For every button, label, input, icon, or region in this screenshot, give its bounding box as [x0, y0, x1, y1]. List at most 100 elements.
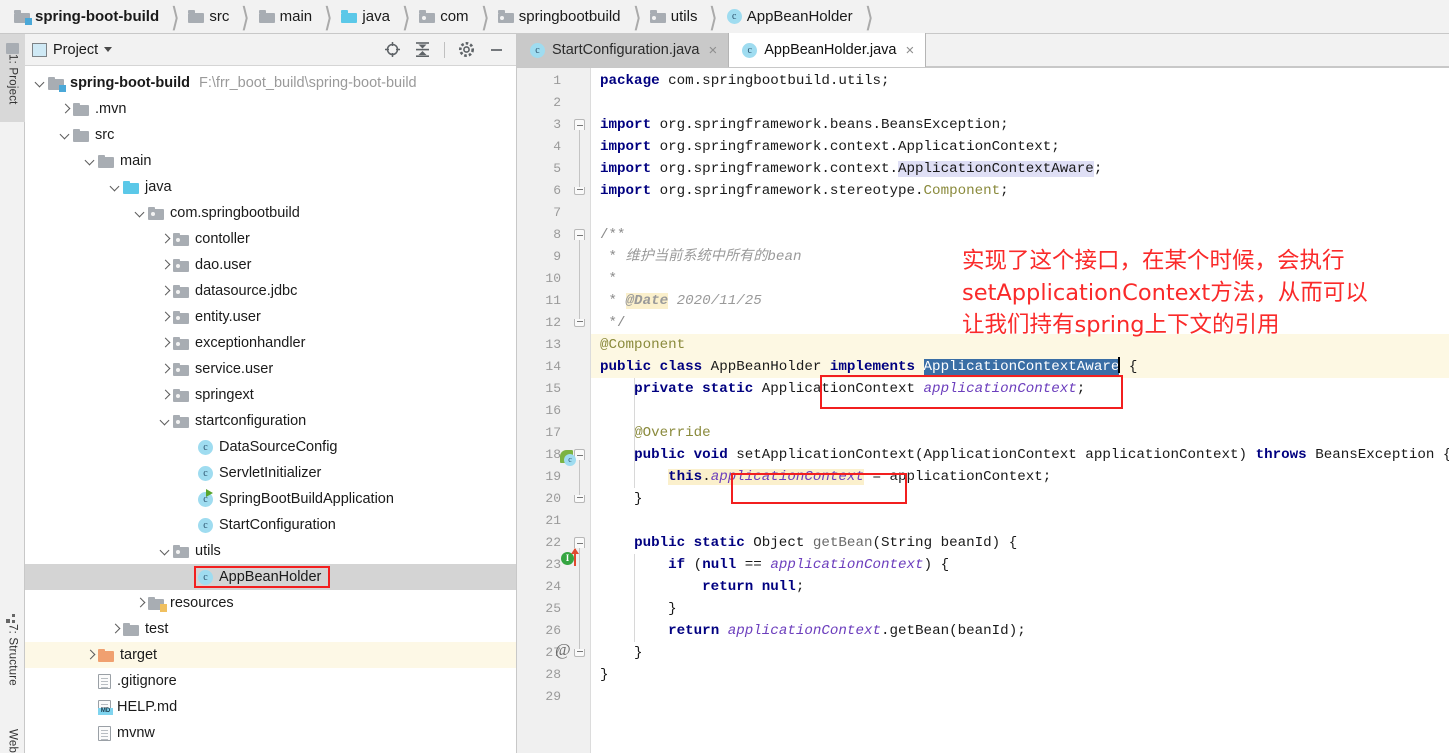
chevron-down-icon[interactable] [158, 414, 173, 429]
folder-source-root-icon [123, 180, 139, 194]
tree-node-springbootbuildapplication[interactable]: c SpringBootBuildApplication [25, 486, 516, 512]
breadcrumb-item-spring-boot-build[interactable]: spring-boot-build ❯ [14, 0, 188, 34]
chevron-down-icon[interactable] [83, 154, 98, 169]
tree-node-entity-user[interactable]: entity.user [25, 304, 516, 330]
tree-node-appbeanholder[interactable]: c AppBeanHolder [25, 564, 516, 590]
tree-node-mvnw[interactable]: mvnw [25, 720, 516, 746]
chevron-right-icon[interactable] [158, 336, 173, 351]
fold-marker[interactable] [574, 537, 585, 548]
code-line: if (null == applicationContext) { [668, 557, 950, 573]
fold-marker[interactable] [574, 319, 585, 327]
project-view-selector[interactable]: Project [32, 42, 113, 58]
tree-node-startconfiguration[interactable]: startconfiguration [25, 408, 516, 434]
tree-node-label: springext [195, 387, 254, 403]
stripe-label-structure: 7: Structure [6, 624, 19, 686]
tree-node-java[interactable]: java [25, 174, 516, 200]
tree-node-label: datasource.jdbc [195, 283, 298, 299]
tree-node-dao-user[interactable]: dao.user [25, 252, 516, 278]
usage-marker-icon[interactable]: @ [555, 640, 571, 660]
chevron-down-icon[interactable] [158, 544, 173, 559]
chevron-right-icon[interactable] [158, 362, 173, 377]
tree-node-main[interactable]: main [25, 148, 516, 174]
spring-bean-icon[interactable]: c [560, 450, 577, 467]
minimize-icon[interactable] [488, 41, 505, 58]
tree-node-utils[interactable]: utils [25, 538, 516, 564]
fold-marker[interactable] [574, 495, 585, 503]
chevron-right-icon[interactable] [158, 284, 173, 299]
collapse-all-icon[interactable] [414, 41, 431, 58]
breadcrumb-item-com[interactable]: com ❯ [419, 0, 498, 34]
chevron-right-icon[interactable] [158, 232, 173, 247]
editor-gutter[interactable]: 1 2 3 4 5 6 7 8 9 10 11 12 13 14 15 16 17 18 19 20 21 22 23 24 2… [517, 68, 591, 753]
chevron-down-icon[interactable] [33, 76, 48, 91]
fold-marker[interactable] [574, 119, 585, 130]
breadcrumb-item-appbeanholder[interactable]: c AppBeanHolder ❯ [726, 0, 882, 34]
breadcrumb-item-java[interactable]: java ❯ [341, 0, 419, 34]
chevron-right-icon[interactable] [108, 622, 123, 637]
implementing-method-icon[interactable]: I [561, 548, 583, 566]
editor-tab-appbeanholder-java[interactable]: c AppBeanHolder.java × [729, 33, 927, 67]
tree-no-toggle [83, 726, 98, 741]
chevron-right-icon[interactable] [158, 310, 173, 325]
close-icon[interactable]: × [905, 43, 914, 58]
code-line: /** [600, 227, 626, 243]
chevron-down-icon[interactable] [58, 128, 73, 143]
tree-node-label: StartConfiguration [219, 517, 336, 533]
editor-tab-startconfiguration-java[interactable]: c StartConfiguration.java × [517, 33, 730, 67]
chevron-down-icon[interactable] [104, 47, 113, 52]
breadcrumb-item-main[interactable]: main ❯ [258, 0, 342, 34]
tree-node-com-springbootbuild[interactable]: com.springbootbuild [25, 200, 516, 226]
fold-marker[interactable] [574, 229, 585, 240]
tree-node-datasourceconfig[interactable]: c DataSourceConfig [25, 434, 516, 460]
tree-node-resources[interactable]: resources [25, 590, 516, 616]
fold-region-line [579, 460, 580, 496]
stripe-button-web[interactable]: Web [0, 724, 25, 753]
tree-node-servletinitializer[interactable]: c ServletInitializer [25, 460, 516, 486]
tree-node-src[interactable]: src [25, 122, 516, 148]
tree-node-datasource-jdbc[interactable]: datasource.jdbc [25, 278, 516, 304]
stripe-button-structure[interactable]: 7: Structure [0, 604, 25, 699]
tree-node-help-md[interactable]: MD HELP.md [25, 694, 516, 720]
tree-node-target[interactable]: target [25, 642, 516, 668]
chevron-right-icon[interactable] [158, 388, 173, 403]
chevron-right-icon[interactable] [133, 596, 148, 611]
tree-node-test[interactable]: test [25, 616, 516, 642]
chevron-down-icon[interactable] [108, 180, 123, 195]
close-icon[interactable]: × [709, 43, 718, 58]
editor-viewport[interactable]: 1 2 3 4 5 6 7 8 9 10 11 12 13 14 15 16 17 18 19 20 21 22 23 24 2… [517, 68, 1449, 753]
breadcrumb-label: utils [670, 8, 698, 25]
editor-code[interactable]: package com.springbootbuild.utils; import… [591, 68, 1449, 753]
gear-icon[interactable] [458, 41, 475, 58]
folder-package-icon [173, 284, 189, 298]
tree-node-content: c SpringBootBuildApplication [198, 488, 394, 507]
breadcrumb-label: main [279, 8, 313, 25]
tree-node-content: .mvn [73, 101, 126, 117]
fold-marker[interactable] [574, 187, 585, 195]
breadcrumb-item-utils[interactable]: utils ❯ [649, 0, 727, 34]
chevron-right-icon[interactable] [83, 648, 98, 663]
code-line: private static ApplicationContext applic… [634, 381, 1086, 397]
tree-node-contoller[interactable]: contoller [25, 226, 516, 252]
locate-icon[interactable] [384, 41, 401, 58]
tree-node--gitignore[interactable]: .gitignore [25, 668, 516, 694]
chevron-right-icon[interactable] [58, 102, 73, 117]
tree-node--mvn[interactable]: .mvn [25, 96, 516, 122]
tree-node-spring-boot-build[interactable]: spring-boot-build F:\frr_boot_build\sprin… [25, 70, 516, 96]
code-line: import org.springframework.beans.BeansEx… [600, 117, 1009, 133]
tree-node-exceptionhandler[interactable]: exceptionhandler [25, 330, 516, 356]
breadcrumb-item-src[interactable]: src ❯ [188, 0, 258, 34]
fold-marker[interactable] [574, 649, 585, 657]
tree-node-springext[interactable]: springext [25, 382, 516, 408]
tree-node-service-user[interactable]: service.user [25, 356, 516, 382]
breadcrumb-item-springbootbuild[interactable]: springbootbuild ❯ [497, 0, 650, 34]
chevron-down-icon[interactable] [133, 206, 148, 221]
chevron-right-icon[interactable] [158, 258, 173, 273]
tree-no-toggle [183, 492, 198, 507]
tree-node-label: .gitignore [117, 673, 177, 689]
tree-node-label: startconfiguration [195, 413, 307, 429]
tree-node-startconfiguration[interactable]: c StartConfiguration [25, 512, 516, 538]
stripe-button-project[interactable]: 1: Project [0, 34, 25, 122]
folder-module-icon [14, 10, 32, 25]
project-tree[interactable]: spring-boot-build F:\frr_boot_build\sprin… [25, 66, 516, 753]
tree-node-content: main [98, 153, 151, 169]
